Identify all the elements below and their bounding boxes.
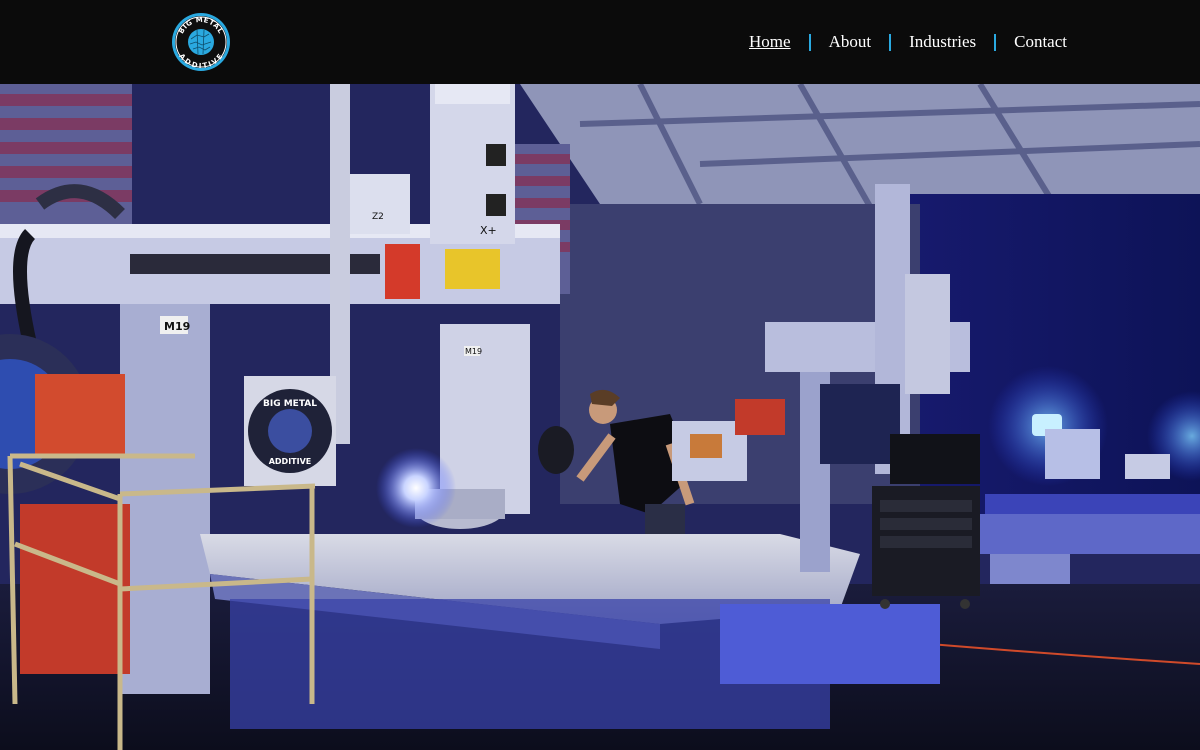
machine-label-center: M19 xyxy=(465,347,482,356)
hero-image: X+ Z2 M19 M19 BIG METAL ADDITIVE xyxy=(0,84,1200,750)
nav-separator xyxy=(994,33,997,51)
brand-logo[interactable]: BIG METAL ADDITIVE xyxy=(171,12,231,72)
brand-logo-icon: BIG METAL ADDITIVE xyxy=(172,13,230,71)
nav-about-link[interactable]: About xyxy=(829,30,872,54)
wall-logo: BIG METAL ADDITIVE xyxy=(244,376,336,486)
machine-label-left: M19 xyxy=(164,320,190,333)
site-header: BIG METAL ADDITIVE Home About Industries… xyxy=(0,0,1200,84)
factory-scene: X+ Z2 M19 M19 BIG METAL ADDITIVE xyxy=(0,84,1200,750)
wall-logo-text-top: BIG METAL xyxy=(263,399,317,409)
nav-home-link[interactable]: Home xyxy=(749,30,791,54)
nav-separator xyxy=(889,33,892,51)
nav-separator xyxy=(808,33,811,51)
flag-left xyxy=(0,84,132,244)
nav-contact-link[interactable]: Contact xyxy=(1014,30,1067,54)
nav-industries-link[interactable]: Industries xyxy=(909,30,976,54)
axis-label-x: X+ xyxy=(480,224,497,237)
main-nav: Home About Industries Contact xyxy=(749,30,1067,54)
axis-label-z2: Z2 xyxy=(372,212,384,222)
wall-logo-text-bottom: ADDITIVE xyxy=(269,457,312,466)
